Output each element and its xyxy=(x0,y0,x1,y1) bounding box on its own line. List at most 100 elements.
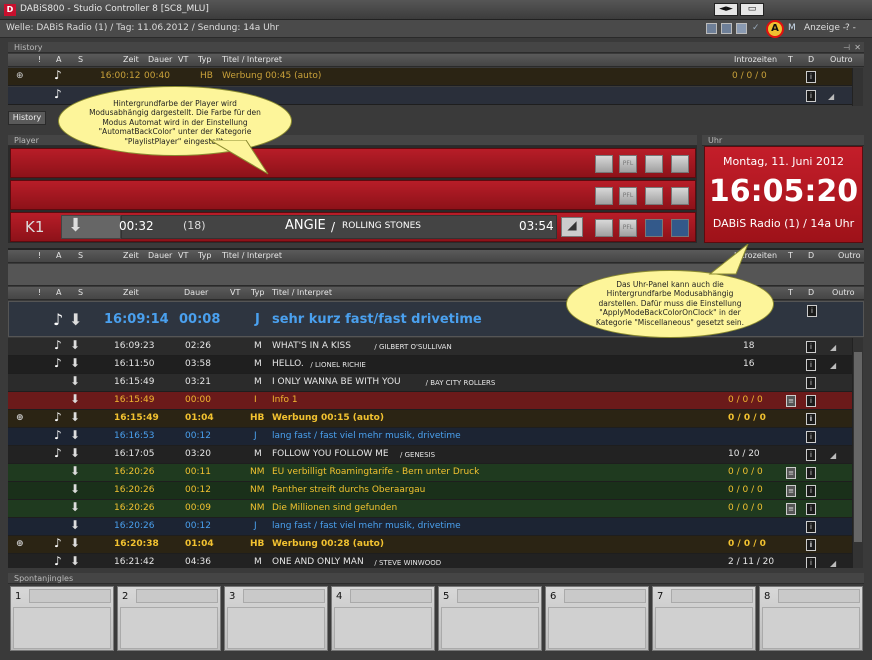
waveform-icon[interactable]: ◢ xyxy=(830,451,836,460)
jingle-body[interactable] xyxy=(334,607,432,649)
jingle-slot[interactable]: 1 xyxy=(10,586,114,651)
edit-icon[interactable] xyxy=(721,23,732,34)
info-icon[interactable]: i xyxy=(806,449,816,461)
info-button[interactable] xyxy=(671,155,689,173)
jingle-body[interactable] xyxy=(120,607,218,649)
table-row[interactable]: ⊕ ♪ 16:00:12 00:40 HB Werbung 00:45 (aut… xyxy=(8,68,852,86)
info-icon[interactable]: i xyxy=(806,431,816,443)
waveform-icon[interactable]: ◢ xyxy=(830,343,836,352)
text-doc-icon[interactable]: ≡ xyxy=(786,485,796,497)
info-icon[interactable]: i xyxy=(806,341,816,353)
delete-icon[interactable] xyxy=(736,23,747,34)
info-icon[interactable]: i xyxy=(806,71,816,83)
doc-button[interactable] xyxy=(645,155,663,173)
jingle-body[interactable] xyxy=(441,607,539,649)
info-icon[interactable]: i xyxy=(806,359,816,371)
player-slot-1[interactable]: PFL xyxy=(10,148,696,178)
jingle-body[interactable] xyxy=(13,607,111,649)
automat-mode-button[interactable]: A xyxy=(766,20,784,38)
jingle-slot[interactable]: 2 xyxy=(117,586,221,651)
circle-plus-icon[interactable]: ⊕ xyxy=(16,413,24,423)
waveform-icon[interactable]: ◢ xyxy=(830,361,836,370)
table-row[interactable]: ♪ ⬇ 16:21:42 04:36 M ONE AND ONLY MAN / STEVE … xyxy=(8,554,852,568)
table-row[interactable]: ⬇ 16:15:49 00:00 I Info 1 0 / 0 / 0 ≡ i xyxy=(8,392,852,410)
jingle-slot[interactable]: 6 xyxy=(545,586,649,651)
check-icon[interactable]: ✓ xyxy=(752,23,760,33)
table-row[interactable]: ♪ ⬇ 16:11:50 03:58 M HELLO. / LIONEL RICHIE 16 i… xyxy=(8,356,852,374)
jingle-slot[interactable]: 3 xyxy=(224,586,328,651)
resize-arrows-icon[interactable]: ◄► xyxy=(714,3,738,16)
jingle-body[interactable] xyxy=(762,607,860,649)
info-icon[interactable]: i xyxy=(807,305,817,317)
text-doc-icon[interactable]: ≡ xyxy=(786,467,796,479)
info-icon[interactable]: i xyxy=(806,503,816,515)
table-row[interactable]: ♪ ⬇ 16:16:53 00:12 Jlang fast / fast viel me… xyxy=(8,428,852,446)
col-dauer[interactable]: Dauer xyxy=(184,288,208,297)
save-icon[interactable] xyxy=(706,23,717,34)
pfl-button[interactable]: PFL xyxy=(619,219,637,237)
info-icon[interactable]: i xyxy=(806,90,816,102)
jingle-slot[interactable]: 7 xyxy=(652,586,756,651)
down-arrow-icon[interactable]: ⬇ xyxy=(61,215,121,239)
jingle-slot[interactable]: 4 xyxy=(331,586,435,651)
playlist-scrollbar[interactable] xyxy=(852,338,863,568)
help-menu[interactable]: ? - xyxy=(845,23,856,33)
jingle-body[interactable] xyxy=(548,607,646,649)
col-titel[interactable]: Titel / Interpret xyxy=(222,55,282,64)
close-icon[interactable]: ✕ xyxy=(854,42,861,53)
table-row[interactable]: ♪ ⬇ 16:09:23 02:26 M WHAT'S IN A KISS / GILBER… xyxy=(8,338,852,356)
waveform-icon[interactable]: ◢ xyxy=(561,217,583,237)
anzeige-menu[interactable]: Anzeige - xyxy=(804,23,846,33)
col-dauer[interactable]: Dauer xyxy=(148,251,172,260)
doc-button[interactable] xyxy=(645,187,663,205)
dauer-cell: 00:12 xyxy=(185,431,211,441)
table-row[interactable]: ⬇ 16:20:26 00:12 Jlang fast / fast viel meh… xyxy=(8,518,852,536)
jingle-slot[interactable]: 8 xyxy=(759,586,863,651)
text-doc-icon[interactable]: ≡ xyxy=(786,503,796,515)
table-row[interactable]: ⬇ 16:20:26 00:11 NM EU verbilligt Roamingtar… xyxy=(8,464,852,482)
info-icon[interactable]: i xyxy=(806,467,816,479)
pfl-button[interactable]: PFL xyxy=(619,155,637,173)
col-titel[interactable]: Titel / Interpret xyxy=(272,288,332,297)
info-button[interactable] xyxy=(671,219,689,237)
stop-button[interactable] xyxy=(595,187,613,205)
table-row[interactable]: ⊕ ♪ ⬇ 16:20:38 01:04 HB Werbung 00:28 (auto) 0 … xyxy=(8,536,852,554)
history-scrollbar[interactable] xyxy=(852,68,863,106)
circle-plus-icon[interactable]: ⊕ xyxy=(16,539,24,549)
col-zeit[interactable]: Zeit xyxy=(123,251,139,260)
table-row[interactable]: ⊕ ♪ ⬇ 16:15:49 01:04 HB Werbung 00:15 (auto) 0 … xyxy=(8,410,852,428)
info-button[interactable] xyxy=(671,187,689,205)
waveform-icon[interactable]: ◢ xyxy=(830,559,836,568)
jingle-body[interactable] xyxy=(655,607,753,649)
minimize-button[interactable]: ▭ xyxy=(740,3,764,16)
table-row[interactable]: ⬇ 16:15:49 03:21 M I ONLY WANNA BE WITH YOU /… xyxy=(8,374,852,392)
table-row[interactable]: ⬇ 16:20:26 00:12 NM Panther streift durchs O… xyxy=(8,482,852,500)
circle-plus-icon[interactable]: ⊕ xyxy=(16,71,24,81)
player-slot-2[interactable]: PFL xyxy=(10,180,696,210)
tab-history[interactable]: History xyxy=(8,111,46,125)
jingle-body[interactable] xyxy=(227,607,325,649)
jingle-slot[interactable]: 5 xyxy=(438,586,542,651)
col-zeit[interactable]: Zeit xyxy=(123,288,139,297)
col-titel[interactable]: Titel / Interpret xyxy=(222,251,282,260)
info-icon[interactable]: i xyxy=(806,413,816,425)
stop-button[interactable] xyxy=(595,219,613,237)
info-icon[interactable]: i xyxy=(806,521,816,533)
info-icon[interactable]: i xyxy=(806,557,816,568)
player-slot-active[interactable]: K1 ⬇ 00:32 (18) ANGIE / ROLLING STONES 0… xyxy=(10,212,696,242)
table-row[interactable]: ♪ ⬇ 16:17:05 03:20 M FOLLOW YOU FOLLOW ME / GE… xyxy=(8,446,852,464)
doc-button[interactable] xyxy=(645,219,663,237)
col-zeit[interactable]: Zeit xyxy=(123,55,139,64)
stop-button[interactable] xyxy=(595,155,613,173)
info-icon[interactable]: i xyxy=(806,377,816,389)
info-icon[interactable]: i xyxy=(806,395,816,407)
pin-icon[interactable]: ⊣ xyxy=(843,42,850,53)
pfl-button[interactable]: PFL xyxy=(619,187,637,205)
table-row[interactable]: ⬇ 16:20:26 00:09 NM Die Millionen sind gefun… xyxy=(8,500,852,518)
text-doc-icon[interactable]: ≡ xyxy=(786,395,796,407)
waveform-icon[interactable]: ◢ xyxy=(828,92,834,101)
col-dauer[interactable]: Dauer xyxy=(148,55,172,64)
info-icon[interactable]: i xyxy=(806,539,816,551)
mode-m-button[interactable]: M xyxy=(788,23,796,33)
info-icon[interactable]: i xyxy=(806,485,816,497)
